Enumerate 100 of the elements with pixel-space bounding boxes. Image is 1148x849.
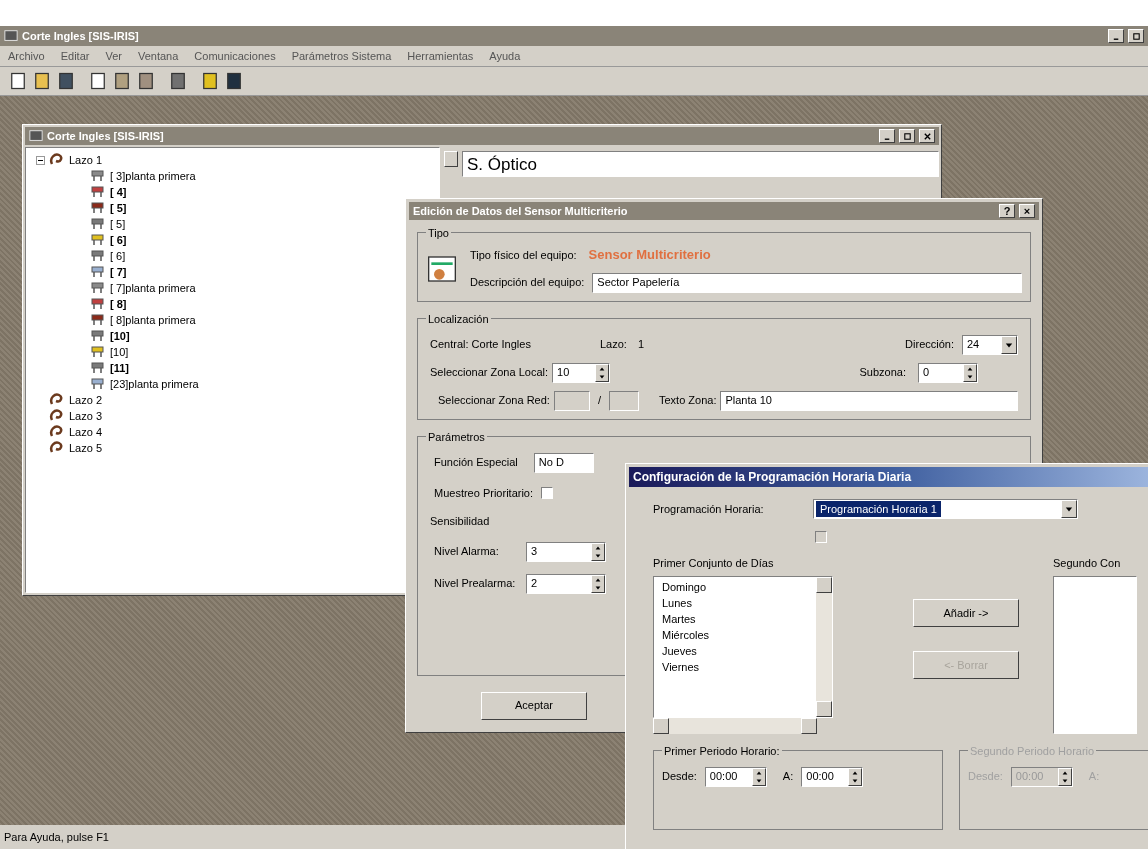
caret-icon[interactable] (1001, 335, 1017, 354)
tree-item[interactable]: [23]planta primera (110, 375, 199, 393)
special-function-label: Función Especial (434, 455, 518, 471)
device-icon (90, 248, 106, 264)
status-text: Para Ayuda, pulse F1 (4, 829, 109, 845)
tree-item[interactable]: [ 5] (110, 199, 127, 217)
day-item[interactable]: Martes (662, 610, 808, 627)
zone-text-field[interactable]: Planta 10 (720, 390, 1018, 411)
description-field[interactable]: Sector Papelería (592, 272, 1022, 293)
day-item[interactable]: Viernes (662, 658, 808, 675)
menu-item[interactable]: Comunicaciones (194, 47, 276, 65)
prealarm-level-field[interactable]: 2 (526, 573, 606, 594)
scroll-button[interactable] (444, 151, 458, 167)
schedule-dropdown[interactable]: Programación Horaria 1 (813, 499, 1078, 519)
alarm-level-label: Nivel Alarma: (434, 544, 500, 560)
special-function-field[interactable]: No D (533, 452, 594, 473)
device-icon (90, 344, 106, 360)
sensitivity-label: Sensibilidad (430, 514, 491, 529)
spin-arrows-icon[interactable] (591, 542, 605, 561)
menu-item[interactable]: Ventana (137, 47, 179, 65)
tree-item[interactable]: Lazo 3 (69, 407, 103, 425)
spin-arrows-icon[interactable] (591, 574, 605, 593)
device-icon (90, 184, 106, 200)
tree-item[interactable]: [ 7] (110, 263, 127, 281)
detail-field: S. Óptico (462, 151, 939, 177)
priority-sampling-label: Muestreo Prioritario: (434, 485, 534, 501)
vertical-scrollbar[interactable] (816, 576, 832, 717)
menu-item[interactable]: Ayuda (489, 47, 521, 65)
lazo-value: 1 (638, 337, 646, 353)
window-title: Corte Ingles [SIS-IRIS] (22, 28, 140, 44)
type-label: Tipo físico del equipo: (470, 247, 577, 263)
caret-icon[interactable] (1061, 500, 1077, 518)
second-set-label: Segundo Con (1053, 556, 1122, 571)
accept-button[interactable]: Aceptar (481, 691, 587, 720)
day-item[interactable]: Miércoles (662, 626, 808, 643)
local-zone-field[interactable]: 10 (552, 362, 610, 383)
spin-arrows-icon[interactable] (751, 767, 766, 786)
spin-arrows-icon[interactable] (595, 363, 609, 382)
help-button[interactable]: ? (999, 204, 1015, 218)
dialog-title: Configuración de la Programación Horaria Diaria (633, 469, 912, 486)
direction-label: Dirección: (905, 337, 954, 353)
menu-item[interactable]: Parámetros Sistema (291, 47, 392, 65)
device-icon (90, 216, 106, 232)
tree-item[interactable]: [10] (110, 343, 129, 361)
tree-item[interactable]: [ 4] (110, 183, 127, 201)
device-icon (90, 360, 106, 376)
prealarm-level-label: Nivel Prealarma: (434, 576, 517, 592)
option-checkbox[interactable] (815, 531, 827, 543)
maximize-icon[interactable] (899, 129, 915, 143)
tree-item[interactable]: Lazo 2 (69, 391, 103, 409)
collapse-icon[interactable] (36, 155, 45, 165)
tree-item[interactable]: [ 7]planta primera (110, 279, 196, 297)
spin-arrows-icon[interactable] (848, 767, 863, 786)
menu-item[interactable]: Ver (105, 47, 122, 65)
day-item[interactable]: Jueves (662, 642, 808, 659)
tree-item[interactable]: [ 3]planta primera (110, 167, 196, 185)
day-item[interactable]: Lunes (662, 594, 808, 611)
minimize-icon[interactable] (1108, 29, 1124, 43)
tree-item[interactable]: Lazo 5 (69, 439, 103, 457)
first-set-label: Primer Conjunto de Días (653, 556, 775, 571)
central-text: Central: Corte Ingles (430, 337, 532, 353)
tree-item[interactable]: [10] (110, 327, 130, 345)
to-time-field[interactable]: 00:00 (801, 766, 864, 787)
menu-item[interactable]: Editar (60, 47, 90, 65)
menu-item[interactable]: Archivo (8, 47, 45, 65)
selected-option: Programación Horaria 1 (816, 500, 941, 518)
close-icon[interactable] (919, 129, 935, 143)
priority-checkbox[interactable] (541, 486, 554, 499)
network-subzone-field[interactable] (608, 390, 639, 411)
tree-item[interactable]: Lazo 4 (69, 423, 103, 441)
tree-item[interactable]: [ 5] (110, 215, 126, 233)
device-icon (90, 200, 106, 216)
tree-item[interactable]: [ 6] (110, 247, 126, 265)
device-icon (90, 312, 106, 328)
maximize-icon[interactable] (1128, 29, 1144, 43)
spin-arrows-icon[interactable] (963, 363, 977, 382)
description-label: Descripción del equipo: (470, 275, 585, 291)
direction-dropdown[interactable]: 24 (962, 334, 1018, 355)
app-icon (4, 29, 18, 43)
tree-item[interactable]: [ 8] (110, 295, 127, 313)
tree-item[interactable]: Lazo 1 (69, 151, 103, 169)
child-title: Corte Ingles [SIS-IRIS] (47, 128, 165, 144)
from-time-field[interactable]: 00:00 (704, 766, 767, 787)
device-icon (90, 168, 106, 184)
add-button[interactable]: Añadir -> (913, 599, 1019, 627)
slash-text: / (597, 393, 601, 409)
device-icon (90, 296, 106, 312)
device-icon (90, 232, 106, 248)
close-button[interactable]: × (1019, 204, 1035, 218)
tree-item[interactable]: [ 6] (110, 231, 127, 249)
minimize-icon[interactable] (879, 129, 895, 143)
zone-text-label: Texto Zona: (658, 393, 717, 409)
network-zone-field[interactable] (553, 390, 590, 411)
type-value: Sensor Multicriterio (588, 246, 711, 264)
menu-item[interactable]: Herramientas (407, 47, 474, 65)
tree-item[interactable]: [ 8]planta primera (110, 311, 196, 329)
subzone-field[interactable]: 0 (918, 362, 978, 383)
day-item[interactable]: Domingo (662, 578, 808, 595)
alarm-level-field[interactable]: 3 (526, 541, 606, 562)
tree-item[interactable]: [11] (110, 359, 129, 377)
